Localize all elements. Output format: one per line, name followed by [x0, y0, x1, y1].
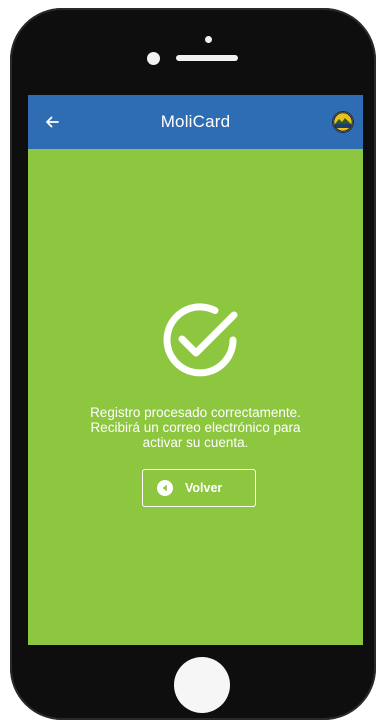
volver-label: Volver [185, 481, 223, 495]
message-line-1: Registro procesado correctamente. [90, 405, 301, 420]
molicard-logo-icon [333, 112, 353, 132]
app-screen: MoliCard Registro procesado correctament… [28, 95, 363, 645]
volver-button[interactable]: Volver [142, 469, 256, 507]
home-button[interactable] [174, 657, 230, 713]
message-line-3: activar su cuenta. [142, 435, 249, 450]
earpiece-speaker [176, 55, 238, 61]
message-line-2: Recibirá un correo electrónico para [90, 420, 301, 435]
caret-left-circle-icon [157, 480, 173, 496]
front-camera [205, 36, 212, 43]
app-title: MoliCard [160, 112, 231, 131]
check-circle-icon [155, 295, 245, 385]
proximity-sensor [147, 52, 160, 65]
success-message: Registro procesado correctamente. Recibi… [28, 405, 363, 450]
app-bar: MoliCard [28, 95, 363, 149]
